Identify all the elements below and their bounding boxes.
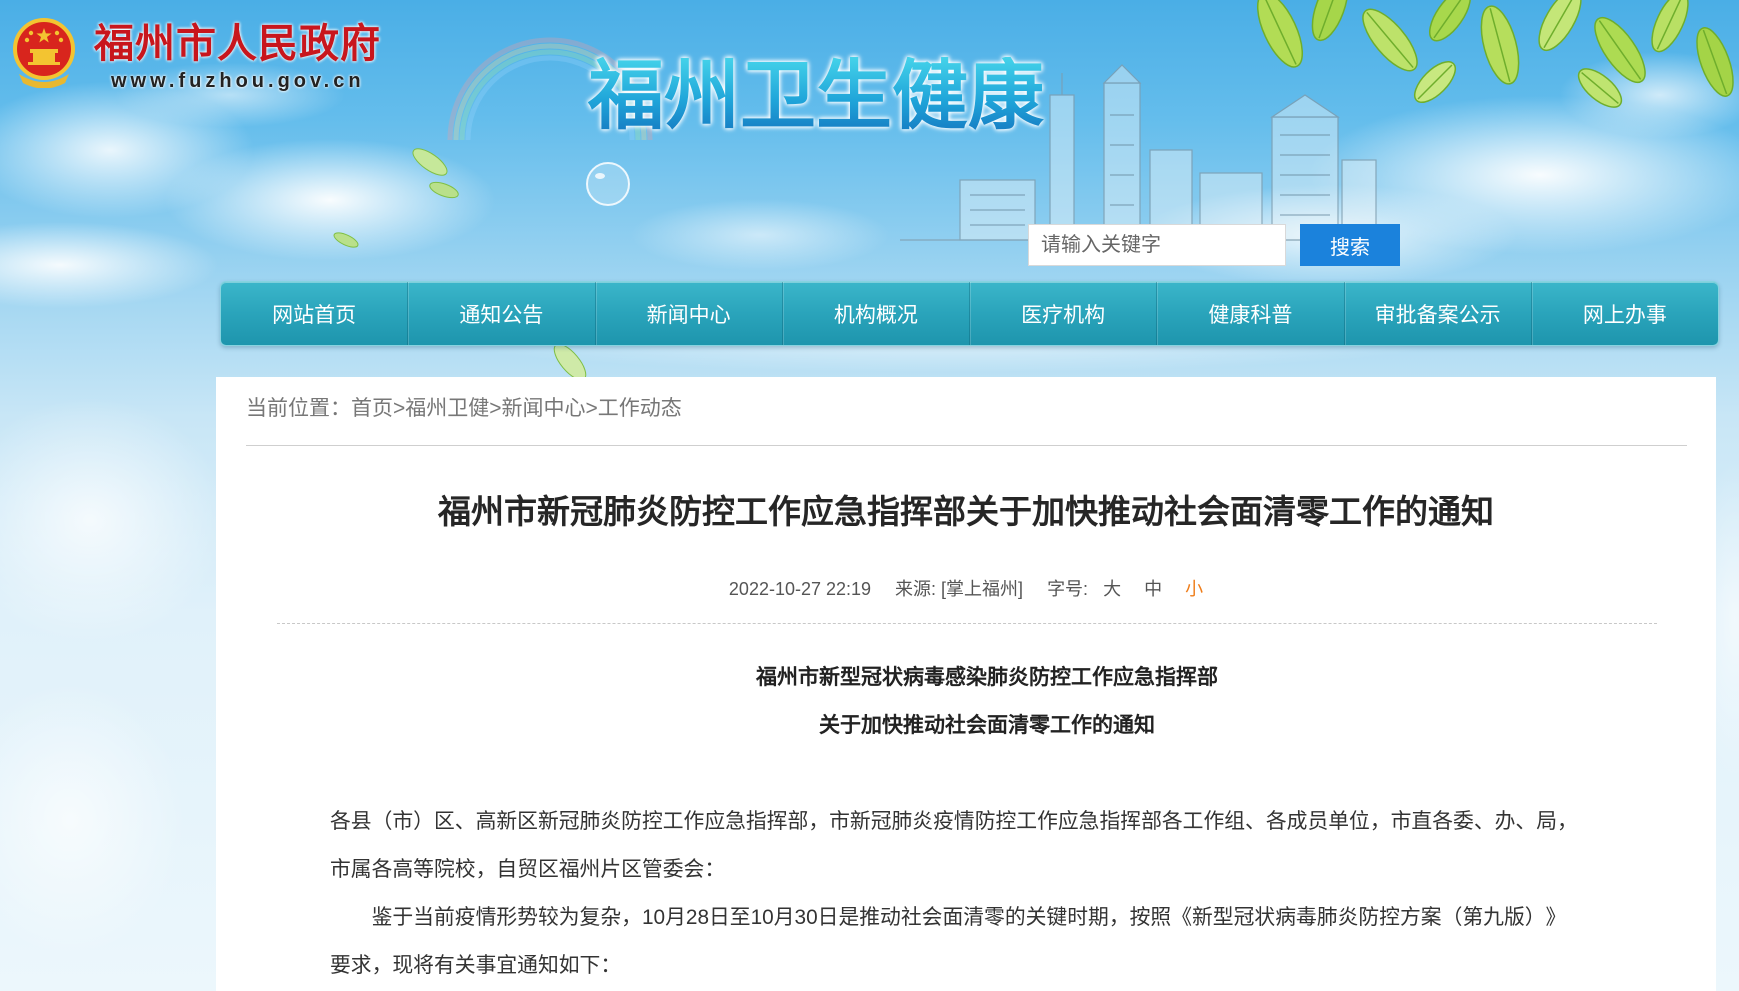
nav-item-institution-overview[interactable]: 机构概况 xyxy=(783,282,970,345)
font-size-small[interactable]: 小 xyxy=(1185,579,1203,599)
banner-title: 福州卫生健康 xyxy=(588,54,1044,139)
main-navigation: 网站首页 通知公告 新闻中心 机构概况 医疗机构 健康科普 审批备案公示 网上办… xyxy=(220,281,1719,346)
nav-item-notices[interactable]: 通知公告 xyxy=(408,282,596,345)
nav-item-news-center[interactable]: 新闻中心 xyxy=(596,282,783,345)
nav-item-medical-institutions[interactable]: 医疗机构 xyxy=(970,282,1158,345)
article-panel: 当前位置：首页>福州卫健>新闻中心>工作动态 福州市新冠肺炎防控工作应急指挥部关… xyxy=(216,377,1716,991)
font-size-large[interactable]: 大 xyxy=(1103,579,1121,599)
search-input[interactable] xyxy=(1028,224,1286,266)
article-subtitle-line: 关于加快推动社会面清零工作的通知 xyxy=(819,714,1155,737)
meta-divider xyxy=(277,623,1657,624)
article-meta: 2022-10-27 22:19 来源: [掌上福州] 字号: 大 中 小 xyxy=(216,577,1716,601)
breadcrumb-prefix: 当前位置： xyxy=(246,397,351,420)
font-size-medium[interactable]: 中 xyxy=(1144,579,1162,599)
breadcrumb-link-news-center[interactable]: 新闻中心 xyxy=(502,397,586,420)
publish-date: 2022-10-27 22:19 xyxy=(728,579,872,599)
breadcrumb-divider xyxy=(246,445,1687,446)
breadcrumb-separator: > xyxy=(489,397,502,420)
breadcrumb-separator: > xyxy=(393,397,406,420)
leaf-decoration-icon xyxy=(1256,0,1734,108)
breadcrumb-link-fuzhou-health[interactable]: 福州卫健 xyxy=(405,397,489,420)
bubble-icon xyxy=(586,162,630,206)
nav-item-home[interactable]: 网站首页 xyxy=(221,282,409,345)
nav-item-online-services[interactable]: 网上办事 xyxy=(1532,282,1718,345)
breadcrumb-link-home[interactable]: 首页 xyxy=(351,397,393,420)
article-paragraph: 鉴于当前疫情形势较为复杂，10月28日至10月30日是推动社会面清零的关键时期，… xyxy=(330,906,1567,977)
breadcrumb: 当前位置：首页>福州卫健>新闻中心>工作动态 xyxy=(246,396,682,422)
national-emblem-icon xyxy=(9,16,79,89)
article-paragraph: 各县（市）区、高新区新冠肺炎防控工作应急指挥部，市新冠肺炎疫情防控工作应急指挥部… xyxy=(330,810,1578,881)
breadcrumb-separator: > xyxy=(585,397,598,420)
nav-item-health-science[interactable]: 健康科普 xyxy=(1157,282,1345,345)
article-title: 福州市新冠肺炎防控工作应急指挥部关于加快推动社会面清零工作的通知 xyxy=(438,493,1494,530)
breadcrumb-link-work-updates[interactable]: 工作动态 xyxy=(598,397,682,420)
government-site-url[interactable]: www.fuzhou.gov.cn xyxy=(111,70,365,92)
article-source: 来源: [掌上福州] xyxy=(895,579,1024,599)
article-body: 各县（市）区、高新区新冠肺炎防控工作应急指挥部，市新冠肺炎疫情防控工作应急指挥部… xyxy=(330,798,1582,990)
nav-item-approval-filing-publicity[interactable]: 审批备案公示 xyxy=(1345,282,1532,345)
article-subtitle-line: 福州市新型冠状病毒感染肺炎防控工作应急指挥部 xyxy=(756,666,1218,689)
search-button[interactable]: 搜索 xyxy=(1300,224,1400,266)
government-site-name[interactable]: 福州市人民政府 xyxy=(94,22,381,66)
font-size-label: 字号: xyxy=(1047,579,1089,599)
